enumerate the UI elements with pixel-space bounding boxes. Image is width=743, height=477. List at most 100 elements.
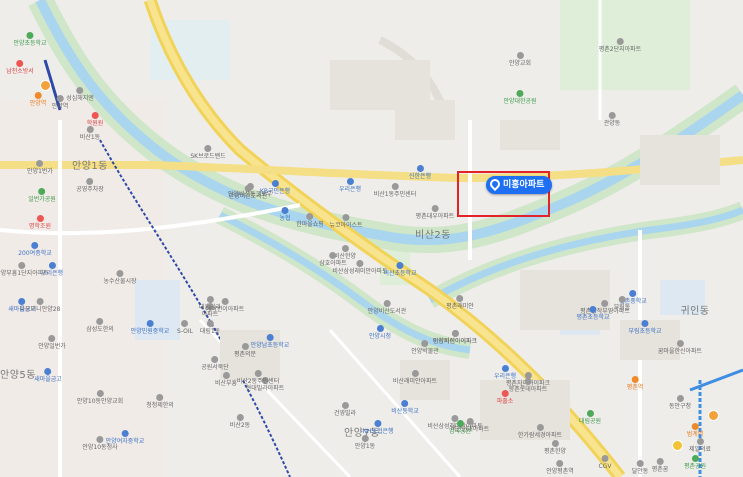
poi-label[interactable]: 평촌역 (627, 376, 643, 391)
poi-label[interactable]: 안양1동 (355, 435, 375, 450)
poi-label[interactable]: 공원서북단 (201, 356, 229, 371)
poi-label[interactable]: 귀인동 (680, 307, 709, 317)
poi-label[interactable]: 안양평촌역 (546, 460, 574, 475)
poi-label[interactable]: 한마을쇼핑 (296, 213, 324, 228)
poi-dot-icon (266, 334, 274, 341)
poi-label[interactable]: 안양비산동크로우 (228, 183, 272, 198)
poi-dot-icon (341, 402, 349, 409)
poi-label[interactable]: 평촌의문 (234, 343, 256, 358)
poi-label[interactable]: 비산2동 (415, 231, 451, 241)
poi-label[interactable]: 평촌대우아파트 (416, 205, 454, 220)
poi-label[interactable]: 안양1번가 (27, 160, 53, 175)
poi-label[interactable]: 평촌한양 (544, 440, 566, 455)
poi-label[interactable]: 비산부흥 (215, 372, 237, 387)
poi-label[interactable]: CGV (599, 455, 611, 470)
subway-station-icon[interactable] (672, 440, 683, 451)
poi-label[interactable]: 비산자이아이파크 (433, 330, 477, 345)
poi-label[interactable]: 대림1동 (200, 320, 220, 335)
poi-label[interactable]: 새마을금고 (34, 368, 62, 383)
poi-label[interactable]: 평촌초등학교 (576, 306, 610, 321)
poi-text: 안양비산동크로우 (227, 191, 273, 198)
poi-label[interactable]: 비산현대아파트 (451, 418, 489, 433)
poi-label[interactable]: 평촌래미안 (446, 295, 474, 310)
poi-label[interactable]: 부림초등학교 (628, 320, 662, 335)
poi-text: 200여중학교 (18, 250, 52, 257)
poi-label[interactable]: NH농협은행 (362, 420, 394, 435)
poi-dot-icon (416, 165, 424, 172)
poi-label[interactable]: 안양역 (30, 92, 46, 107)
poi-label[interactable]: 동안구청 (669, 395, 691, 410)
poi-label[interactable]: 200여중학교 (18, 242, 52, 257)
poi-label[interactable]: 평촌꿈 (652, 458, 668, 473)
poi-label[interactable]: 평촌2단지아파트 (599, 38, 641, 53)
poi-label[interactable]: 안양초등학교 (13, 32, 47, 47)
subway-station-icon[interactable] (40, 80, 51, 91)
location-marker[interactable]: 미홍아파트 (486, 176, 553, 194)
poi-label[interactable]: 안양부흥1단지아파트 (0, 262, 49, 277)
poi-label[interactable]: 안양대한공원 (503, 90, 537, 105)
poi-label[interactable]: 한가람세경아파트 (518, 424, 562, 439)
poi-label[interactable]: 비산2동주민센터 (237, 370, 279, 385)
poi-dot-icon (271, 180, 279, 187)
poi-label[interactable]: 대림공원 (579, 410, 601, 425)
poi-label[interactable]: 학원원 (87, 112, 103, 127)
poi-text: 평촌의문 (233, 351, 257, 358)
poi-dot-icon (601, 455, 609, 462)
poi-label[interactable]: 안양일번가 (38, 335, 66, 350)
poi-label[interactable]: 안양민원중학교 (131, 320, 169, 335)
poi-dot-icon (181, 320, 189, 327)
poi-dot-icon (431, 205, 439, 212)
poi-label[interactable]: 신한은행 (409, 165, 431, 180)
poi-label[interactable]: 뉴코아이스트 (329, 214, 363, 229)
poi-label[interactable]: 비산초등학교 (383, 262, 417, 277)
poi-label[interactable]: 건영빌라 (334, 402, 356, 417)
poi-label[interactable]: 비산1동 (80, 126, 100, 141)
poi-label[interactable]: 우리은행 (339, 178, 361, 193)
poi-label[interactable]: 안양비산도서관 (368, 300, 406, 315)
poi-label[interactable]: 공영주차장 (76, 178, 104, 193)
poi-dot-icon (36, 160, 44, 167)
poi-dot-icon (586, 410, 594, 417)
poi-label[interactable]: 안양교회 (509, 52, 531, 67)
poi-label[interactable]: 성심해지엔 (66, 87, 94, 102)
poi-label[interactable]: 제일의료 (689, 438, 711, 453)
poi-label[interactable]: 안양역 (52, 95, 68, 110)
poi-label[interactable]: 다오미니안양28 (20, 298, 60, 313)
poi-label[interactable]: 비산동학교 (391, 400, 419, 415)
poi-label[interactable]: 안양5동 (0, 370, 36, 381)
poi-dot-icon (44, 368, 52, 375)
poi-label[interactable]: 안양시청 (369, 325, 391, 340)
poi-label[interactable]: 안양1동 (72, 162, 108, 172)
poi-label[interactable]: 안양10동안양교회 (77, 390, 123, 405)
poi-label[interactable]: 달안동 (632, 460, 648, 475)
poi-label[interactable]: 관양동 (604, 112, 620, 127)
poi-label[interactable]: S-OIL (177, 320, 193, 335)
poi-label[interactable]: 농수산물시장 (103, 270, 137, 285)
poi-label[interactable]: 안양남초등학교 (251, 334, 289, 349)
poi-dot-icon (501, 365, 509, 372)
poi-label[interactable]: 명학조원 (29, 215, 51, 230)
poi-label[interactable]: 꿈마을한신아파트 (658, 340, 702, 355)
poi-label[interactable]: 비산삼성래미안아파트 (332, 260, 388, 275)
poi-label[interactable]: 안양여자중학교 (105, 430, 145, 445)
poi-text: 명학조원 (28, 223, 52, 230)
poi-label[interactable]: 비산1동주민센터 (374, 183, 416, 198)
poi-label[interactable]: 평촌공원 (684, 455, 706, 470)
poi-text: 안양5동 (0, 370, 36, 381)
poi-label[interactable]: 에어컨이아파트 (206, 298, 244, 313)
poi-label[interactable]: 삼성도한의 (86, 318, 114, 333)
poi-label[interactable]: 범계역 (687, 423, 703, 438)
poi-label[interactable]: 남천소방서 (6, 60, 34, 75)
poi-label[interactable]: 비산래미안아파트 (393, 370, 437, 385)
poi-label[interactable]: 청청제한의 (146, 394, 174, 409)
poi-text: 안양여자중학교 (105, 438, 145, 445)
poi-label[interactable]: 농협 (279, 207, 291, 222)
map-view[interactable]: 안양초등학교 남천소방서 안양역 성심해지엔 안양역 학원원 안양1번가 안양1동 일번가공원 공… (0, 0, 743, 477)
poi-label[interactable]: 비산2동 (230, 414, 250, 429)
poi-text: 한마을쇼핑 (296, 221, 324, 228)
subway-station-icon[interactable] (708, 410, 719, 421)
poi-label[interactable]: 일번가공원 (28, 188, 56, 203)
poi-label[interactable]: 향촌롯데아파트 (509, 378, 547, 393)
poi-text: 파출소 (496, 398, 514, 405)
poi-label[interactable]: SK브로드밴드 (190, 145, 226, 160)
